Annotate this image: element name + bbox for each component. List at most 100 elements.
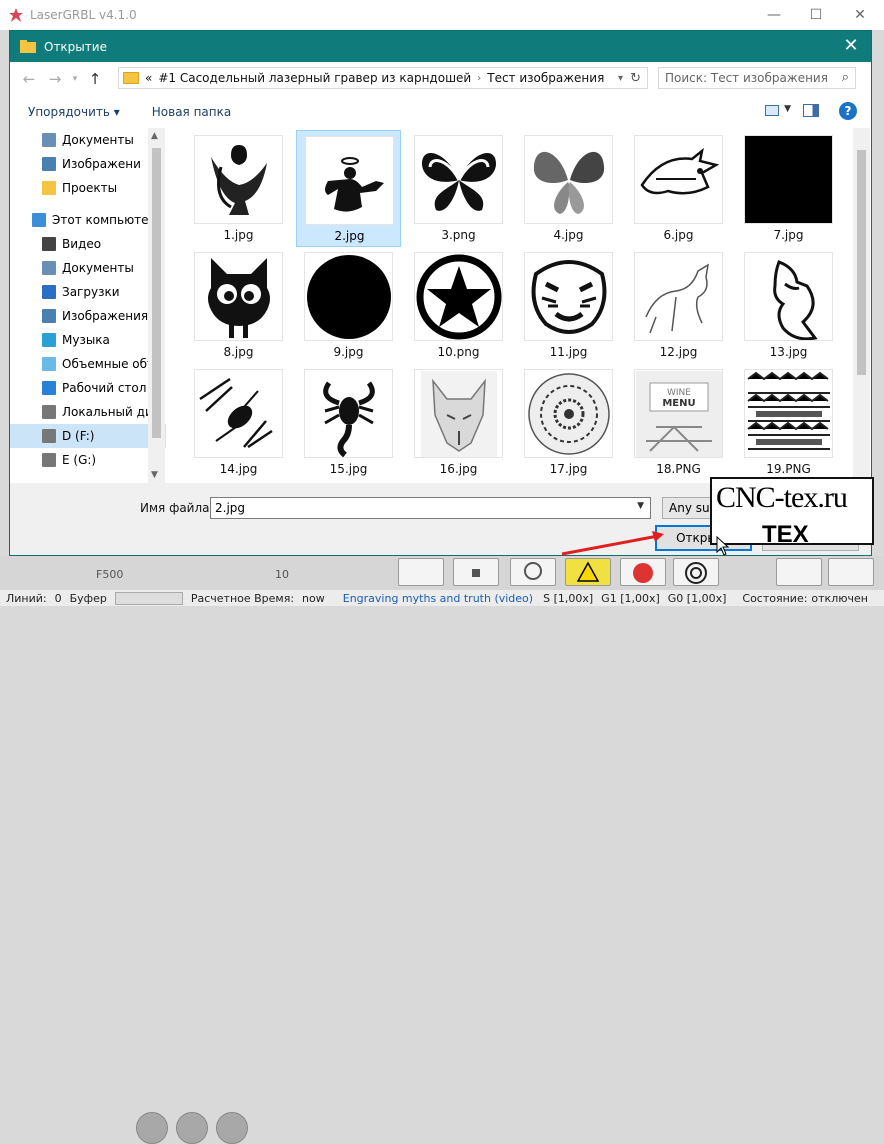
file-tile[interactable]: 13.jpg bbox=[736, 247, 841, 364]
sidebar-item[interactable]: Документы bbox=[10, 256, 166, 280]
back-button[interactable]: ← bbox=[16, 70, 42, 88]
maximize-button[interactable]: ☐ bbox=[794, 0, 838, 30]
recent-dropdown-icon[interactable]: ▾ bbox=[68, 74, 82, 84]
sidebar-item[interactable]: Проекты⚲ bbox=[10, 176, 166, 200]
tool-button-8[interactable] bbox=[828, 558, 874, 586]
file-thumbnail bbox=[634, 252, 723, 341]
address-bar[interactable]: « #1 Сасодельный лазерный гравер из карн… bbox=[118, 67, 648, 89]
sidebar-item[interactable]: Изображени⚲ bbox=[10, 152, 166, 176]
file-tile[interactable]: WINE MENU 18.PNG bbox=[626, 364, 731, 481]
sidebar-item[interactable]: Этот компьютер bbox=[10, 208, 166, 232]
time-label: Расчетное Время: bbox=[190, 591, 295, 605]
lock-tool-button[interactable] bbox=[453, 558, 499, 586]
svg-text:WINE: WINE bbox=[667, 388, 691, 398]
filename-input[interactable]: 2.jpg ▼ bbox=[210, 497, 651, 519]
drive-icon bbox=[42, 405, 56, 419]
forward-button[interactable]: → bbox=[42, 70, 68, 88]
file-tile[interactable]: 7.jpg bbox=[736, 130, 841, 247]
address-overflow[interactable]: « bbox=[145, 71, 152, 85]
laser-warning-button[interactable] bbox=[565, 558, 611, 586]
nav-scroll-thumb[interactable] bbox=[152, 148, 161, 438]
sidebar-item-label: Видео bbox=[62, 237, 102, 251]
file-tile[interactable]: 14.jpg bbox=[186, 364, 291, 481]
sidebar-item-label: Документы bbox=[62, 133, 134, 147]
breadcrumb-item[interactable]: Тест изображения bbox=[487, 71, 604, 85]
sidebar-item[interactable]: E (G:) bbox=[10, 448, 166, 472]
chevron-down-icon[interactable]: ▾ bbox=[618, 73, 623, 84]
sidebar-item[interactable]: Изображения bbox=[10, 304, 166, 328]
sidebar-item[interactable]: Локальный дис bbox=[10, 400, 166, 424]
grid-scroll-thumb[interactable] bbox=[857, 150, 866, 375]
help-button[interactable]: ? bbox=[839, 102, 857, 120]
jog-button-2[interactable] bbox=[176, 1112, 208, 1144]
file-tile[interactable]: 16.jpg bbox=[406, 364, 511, 481]
file-thumbnail bbox=[524, 252, 613, 341]
file-tile[interactable]: 1.jpg bbox=[186, 130, 291, 247]
filename-label: Имя файла: bbox=[140, 501, 214, 515]
new-folder-button[interactable]: Новая папка bbox=[152, 105, 231, 119]
dialog-titlebar: Открытие ✕ bbox=[10, 31, 871, 62]
file-tile[interactable]: 3.png bbox=[406, 130, 511, 247]
file-thumbnail bbox=[194, 252, 283, 341]
s-override[interactable]: S [1,00x] bbox=[543, 592, 593, 605]
view-icon[interactable] bbox=[765, 105, 779, 116]
sidebar-item[interactable]: Документы⚲ bbox=[10, 128, 166, 152]
grid-scrollbar[interactable] bbox=[853, 128, 870, 483]
file-tile[interactable]: 12.jpg bbox=[626, 247, 731, 364]
file-tile[interactable]: 9.jpg bbox=[296, 247, 401, 364]
feed-label: F500 bbox=[96, 568, 124, 581]
scroll-down-icon[interactable]: ▼ bbox=[151, 470, 158, 480]
sidebar-item[interactable]: Объемные объ bbox=[10, 352, 166, 376]
file-tile[interactable]: 4.jpg bbox=[516, 130, 621, 247]
file-thumbnail bbox=[524, 369, 613, 458]
minimize-button[interactable]: — bbox=[752, 0, 796, 30]
file-tile[interactable]: 15.jpg bbox=[296, 364, 401, 481]
file-name: 2.jpg bbox=[334, 229, 365, 243]
up-button[interactable]: ↑ bbox=[82, 70, 108, 88]
dialog-close-button[interactable]: ✕ bbox=[839, 35, 863, 56]
chevron-down-icon[interactable]: ▼ bbox=[784, 104, 791, 114]
refresh-icon[interactable]: ↻ bbox=[630, 71, 641, 86]
nav-scrollbar[interactable]: ▲ ▼ bbox=[148, 128, 165, 483]
app-title: LaserGRBL v4.1.0 bbox=[30, 8, 137, 22]
sidebar-item[interactable]: Загрузки bbox=[10, 280, 166, 304]
file-name: 10.png bbox=[437, 345, 480, 359]
g1-override[interactable]: G1 [1,00x] bbox=[601, 592, 660, 605]
sidebar-item[interactable]: Рабочий стол bbox=[10, 376, 166, 400]
app-titlebar: LaserGRBL v4.1.0 — ☐ ✕ bbox=[0, 0, 884, 30]
sidebar-item-label: D (F:) bbox=[62, 429, 95, 443]
file-tile[interactable]: 17.jpg bbox=[516, 364, 621, 481]
file-tile[interactable]: 2.jpg bbox=[296, 130, 401, 247]
file-tile[interactable]: 19.PNG bbox=[736, 364, 841, 481]
g0-override[interactable]: G0 [1,00x] bbox=[668, 592, 727, 605]
tool-button-7[interactable] bbox=[776, 558, 822, 586]
sidebar-item[interactable]: Музыка bbox=[10, 328, 166, 352]
target-tool-button[interactable] bbox=[673, 558, 719, 586]
organize-button[interactable]: Упорядочить ▾ bbox=[28, 105, 120, 119]
scroll-up-icon[interactable]: ▲ bbox=[151, 131, 158, 141]
file-name: 13.jpg bbox=[769, 345, 808, 359]
sidebar-item-label: Изображения bbox=[62, 309, 149, 323]
file-tile[interactable]: 6.jpg bbox=[626, 130, 731, 247]
svg-text:MENU: MENU bbox=[662, 398, 695, 409]
globe-tool-button[interactable] bbox=[510, 558, 556, 586]
sidebar-item-label: E (G:) bbox=[62, 453, 97, 467]
sidebar-item[interactable]: D (F:) bbox=[10, 424, 166, 448]
jog-button-1[interactable] bbox=[136, 1112, 168, 1144]
file-tile[interactable]: 11.jpg bbox=[516, 247, 621, 364]
file-tile[interactable]: 10.png bbox=[406, 247, 511, 364]
video-link[interactable]: Engraving myths and truth (video) bbox=[343, 592, 533, 605]
file-thumbnail bbox=[194, 135, 283, 224]
stop-tool-button[interactable] bbox=[620, 558, 666, 586]
chevron-down-icon[interactable]: ▼ bbox=[637, 501, 644, 511]
sidebar-item-label: Локальный дис bbox=[62, 405, 160, 419]
file-tile[interactable]: 8.jpg bbox=[186, 247, 291, 364]
preview-pane-icon[interactable] bbox=[803, 104, 819, 117]
sidebar-item[interactable]: Видео bbox=[10, 232, 166, 256]
app-close-button[interactable]: ✕ bbox=[838, 0, 882, 30]
jog-button-3[interactable] bbox=[216, 1112, 248, 1144]
breadcrumb-separator-icon[interactable]: › bbox=[477, 73, 481, 84]
tool-button-1[interactable] bbox=[398, 558, 444, 586]
breadcrumb-item[interactable]: #1 Сасодельный лазерный гравер из карндо… bbox=[158, 71, 471, 85]
search-input[interactable]: Поиск: Тест изображения ⌕ bbox=[658, 67, 856, 89]
